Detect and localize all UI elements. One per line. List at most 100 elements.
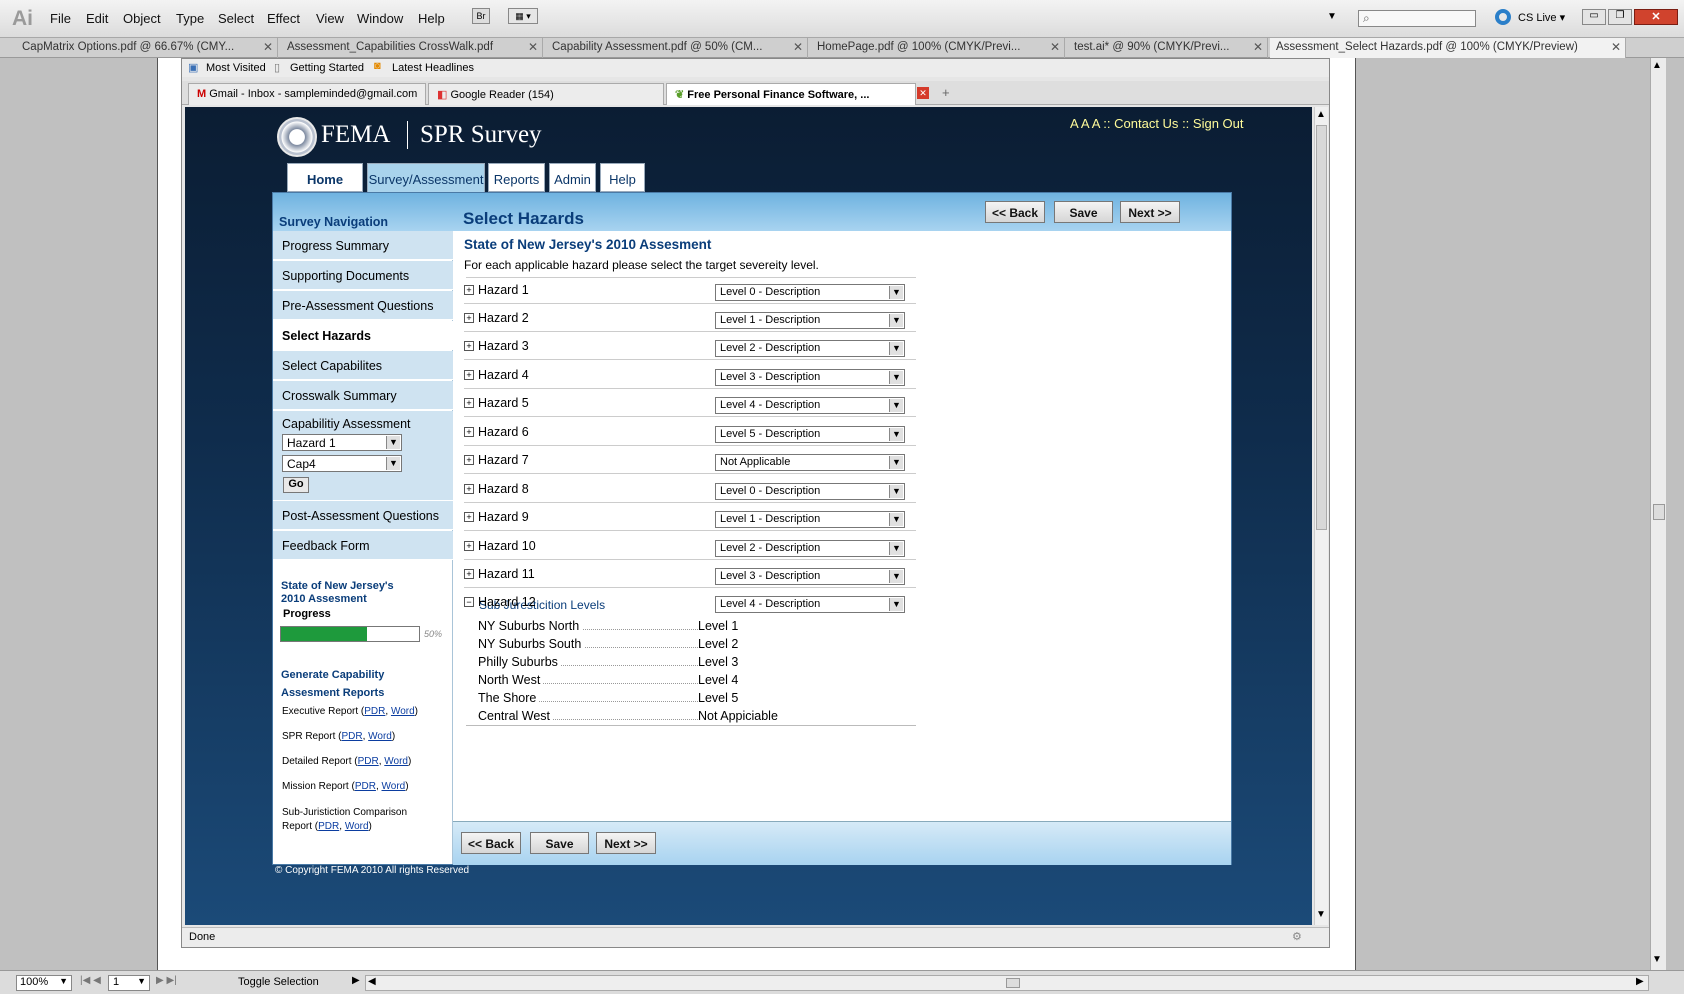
expand-icon[interactable]: + <box>464 370 474 380</box>
pdr-link[interactable]: PDR <box>341 731 362 742</box>
restore-button[interactable]: ❐ <box>1608 9 1632 25</box>
pdr-link[interactable]: PDR <box>364 706 385 717</box>
close-icon[interactable]: ✕ <box>1611 40 1621 54</box>
scroll-up-icon[interactable]: ▲ <box>1652 60 1662 71</box>
pdr-link[interactable]: PDR <box>358 756 379 767</box>
expand-icon[interactable]: + <box>464 313 474 323</box>
sidebar-item-pre-assessment[interactable]: Pre-Assessment Questions <box>273 291 453 320</box>
tab-admin[interactable]: Admin <box>549 163 596 192</box>
tab-home[interactable]: Home <box>287 163 363 192</box>
expand-icon[interactable]: + <box>464 541 474 551</box>
doc-tab[interactable]: test.ai* @ 90% (CMYK/Previ... ✕ <box>1068 38 1268 58</box>
go-button[interactable]: Go <box>283 477 309 493</box>
capability-select[interactable]: Cap4 ▼ <box>282 455 402 472</box>
scroll-down-icon[interactable]: ▼ <box>1652 954 1662 965</box>
doc-tab[interactable]: Assessment_Capabilities CrossWalk.pdf ✕ <box>281 38 543 58</box>
browser-tab-reader[interactable]: ◧ Google Reader (154) <box>428 83 664 105</box>
next-button[interactable]: Next >> <box>1120 201 1180 223</box>
resize-grip-icon[interactable]: ⚙ <box>1292 930 1302 943</box>
page-select[interactable]: 1 ▼ <box>108 975 150 991</box>
first-page-icon[interactable]: |◀ ◀ <box>80 975 101 986</box>
menu-select[interactable]: Select <box>218 11 254 26</box>
expand-icon[interactable]: + <box>464 427 474 437</box>
severity-select[interactable]: Level 0 - Description ▼ <box>715 483 905 500</box>
severity-select[interactable]: Level 0 - Description ▼ <box>715 284 905 301</box>
scroll-thumb[interactable] <box>1316 125 1327 530</box>
menu-effect[interactable]: Effect <box>267 11 300 26</box>
word-link[interactable]: Word <box>391 706 415 717</box>
expand-icon[interactable]: + <box>464 569 474 579</box>
severity-select[interactable]: Level 1 - Description ▼ <box>715 312 905 329</box>
sidebar-item-supporting-documents[interactable]: Supporting Documents <box>273 261 453 290</box>
severity-select[interactable]: Level 3 - Description ▼ <box>715 369 905 386</box>
word-link[interactable]: Word <box>382 781 406 792</box>
workspace-dropdown-icon[interactable]: ▼ <box>1327 11 1337 22</box>
word-link[interactable]: Word <box>384 756 408 767</box>
sidebar-item-progress-summary[interactable]: Progress Summary <box>273 231 453 260</box>
word-link[interactable]: Word <box>345 821 369 832</box>
severity-select[interactable]: Level 2 - Description ▼ <box>715 540 905 557</box>
scroll-right-icon[interactable]: ▶ <box>1636 976 1644 987</box>
ai-vertical-scrollbar[interactable]: ▲ ▼ <box>1650 58 1666 970</box>
close-icon[interactable]: ✕ <box>793 40 803 54</box>
sidebar-item-feedback-form[interactable]: Feedback Form <box>273 531 453 560</box>
bookmark-most-visited[interactable]: Most Visited <box>206 62 266 74</box>
expand-icon[interactable]: + <box>464 512 474 522</box>
last-page-icon[interactable]: ▶ ▶| <box>156 975 177 986</box>
expand-icon[interactable]: + <box>464 398 474 408</box>
close-icon[interactable]: ✕ <box>1253 40 1263 54</box>
scroll-thumb[interactable] <box>1006 978 1020 988</box>
status-menu-icon[interactable]: ▶ <box>352 975 360 986</box>
doc-tab[interactable]: Capability Assessment.pdf @ 50% (CM... ✕ <box>546 38 808 58</box>
menu-type[interactable]: Type <box>176 11 204 26</box>
severity-select[interactable]: Level 4 - Description ▼ <box>715 596 905 613</box>
pdr-link[interactable]: PDR <box>318 821 339 832</box>
doc-tab-active[interactable]: Assessment_Select Hazards.pdf @ 100% (CM… <box>1270 38 1626 58</box>
menu-window[interactable]: Window <box>357 11 403 26</box>
menu-object[interactable]: Object <box>123 11 161 26</box>
word-link[interactable]: Word <box>368 731 392 742</box>
pdr-link[interactable]: PDR <box>355 781 376 792</box>
back-button[interactable]: << Back <box>985 201 1045 223</box>
close-icon[interactable]: ✕ <box>263 40 273 54</box>
severity-select[interactable]: Level 3 - Description ▼ <box>715 568 905 585</box>
doc-tab[interactable]: CapMatrix Options.pdf @ 66.67% (CMY... ✕ <box>16 38 278 58</box>
hazard-select[interactable]: Hazard 1 ▼ <box>282 434 402 451</box>
cs-live-menu[interactable]: CS Live ▾ <box>1518 11 1565 24</box>
ai-horizontal-scrollbar[interactable]: ◀ ▶ <box>365 975 1649 991</box>
expand-icon[interactable]: + <box>464 455 474 465</box>
sign-out-link[interactable]: Sign Out <box>1193 116 1244 131</box>
scroll-up-icon[interactable]: ▲ <box>1316 109 1326 120</box>
expand-icon[interactable]: + <box>464 285 474 295</box>
save-button[interactable]: Save <box>530 832 589 854</box>
menu-view[interactable]: View <box>316 11 344 26</box>
scroll-thumb[interactable] <box>1653 504 1665 520</box>
search-input[interactable]: ⌕ <box>1358 10 1476 27</box>
next-button[interactable]: Next >> <box>596 832 656 854</box>
close-tab-icon[interactable]: ✕ <box>917 87 929 99</box>
menu-edit[interactable]: Edit <box>86 11 108 26</box>
text-size-links[interactable]: A A A :: <box>1070 116 1111 131</box>
browser-tab-active[interactable]: ❦ Free Personal Finance Software, ... <box>666 83 916 105</box>
minimize-button[interactable]: ▭ <box>1582 9 1606 25</box>
close-icon[interactable]: ✕ <box>1050 40 1060 54</box>
severity-select[interactable]: Level 1 - Description ▼ <box>715 511 905 528</box>
bridge-button[interactable]: Br <box>472 8 490 24</box>
scroll-left-icon[interactable]: ◀ <box>368 976 376 987</box>
menu-help[interactable]: Help <box>418 11 445 26</box>
tab-reports[interactable]: Reports <box>488 163 545 192</box>
sidebar-item-crosswalk-summary[interactable]: Crosswalk Summary <box>273 381 453 410</box>
tab-survey-assessment[interactable]: Survey/Assessment <box>367 163 485 195</box>
contact-us-link[interactable]: Contact Us <box>1114 116 1178 131</box>
new-tab-button[interactable]: + <box>942 85 950 100</box>
bookmark-getting-started[interactable]: Getting Started <box>290 62 364 74</box>
bookmark-latest-headlines[interactable]: Latest Headlines <box>392 62 474 74</box>
browser-tab-gmail[interactable]: M Gmail - Inbox - sampleminded@gmail.com <box>188 83 426 105</box>
expand-icon[interactable]: + <box>464 484 474 494</box>
severity-select[interactable]: Level 5 - Description ▼ <box>715 426 905 443</box>
doc-tab[interactable]: HomePage.pdf @ 100% (CMYK/Previ... ✕ <box>811 38 1065 58</box>
close-icon[interactable]: ✕ <box>528 40 538 54</box>
sidebar-item-post-assessment[interactable]: Post-Assessment Questions <box>273 501 453 530</box>
severity-select[interactable]: Not Applicable ▼ <box>715 454 905 471</box>
menu-file[interactable]: File <box>50 11 71 26</box>
